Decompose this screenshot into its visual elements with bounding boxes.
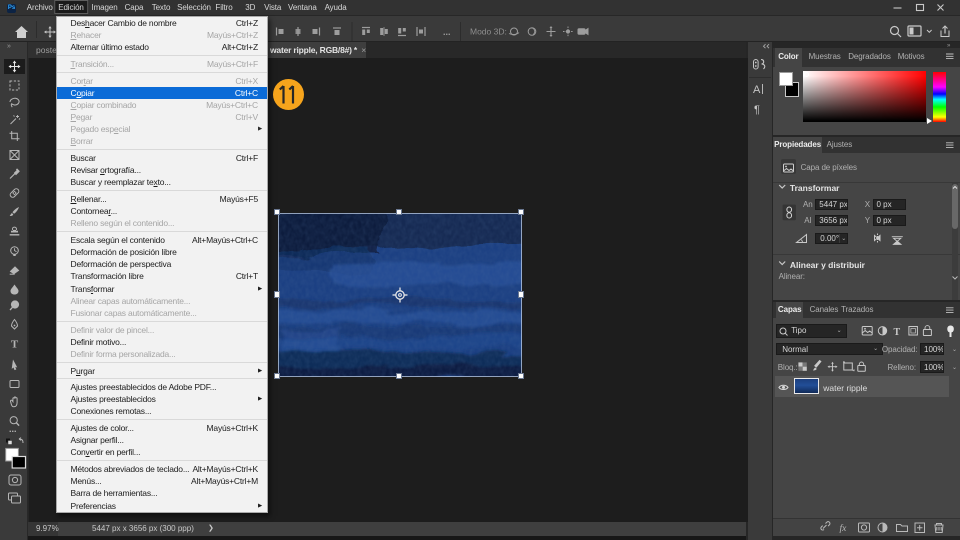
svg-text:»: » [947, 43, 951, 49]
svg-text:...: ... [443, 27, 451, 37]
svg-text:»: » [7, 43, 11, 50]
svg-text:T: T [894, 327, 901, 338]
svg-text:¶: ¶ [754, 104, 760, 116]
svg-text:...: ... [9, 424, 17, 434]
svg-text:fx: fx [840, 523, 848, 534]
svg-text:T: T [11, 339, 19, 351]
svg-text:Modo 3D:: Modo 3D: [470, 27, 507, 37]
svg-text:A: A [753, 84, 761, 96]
